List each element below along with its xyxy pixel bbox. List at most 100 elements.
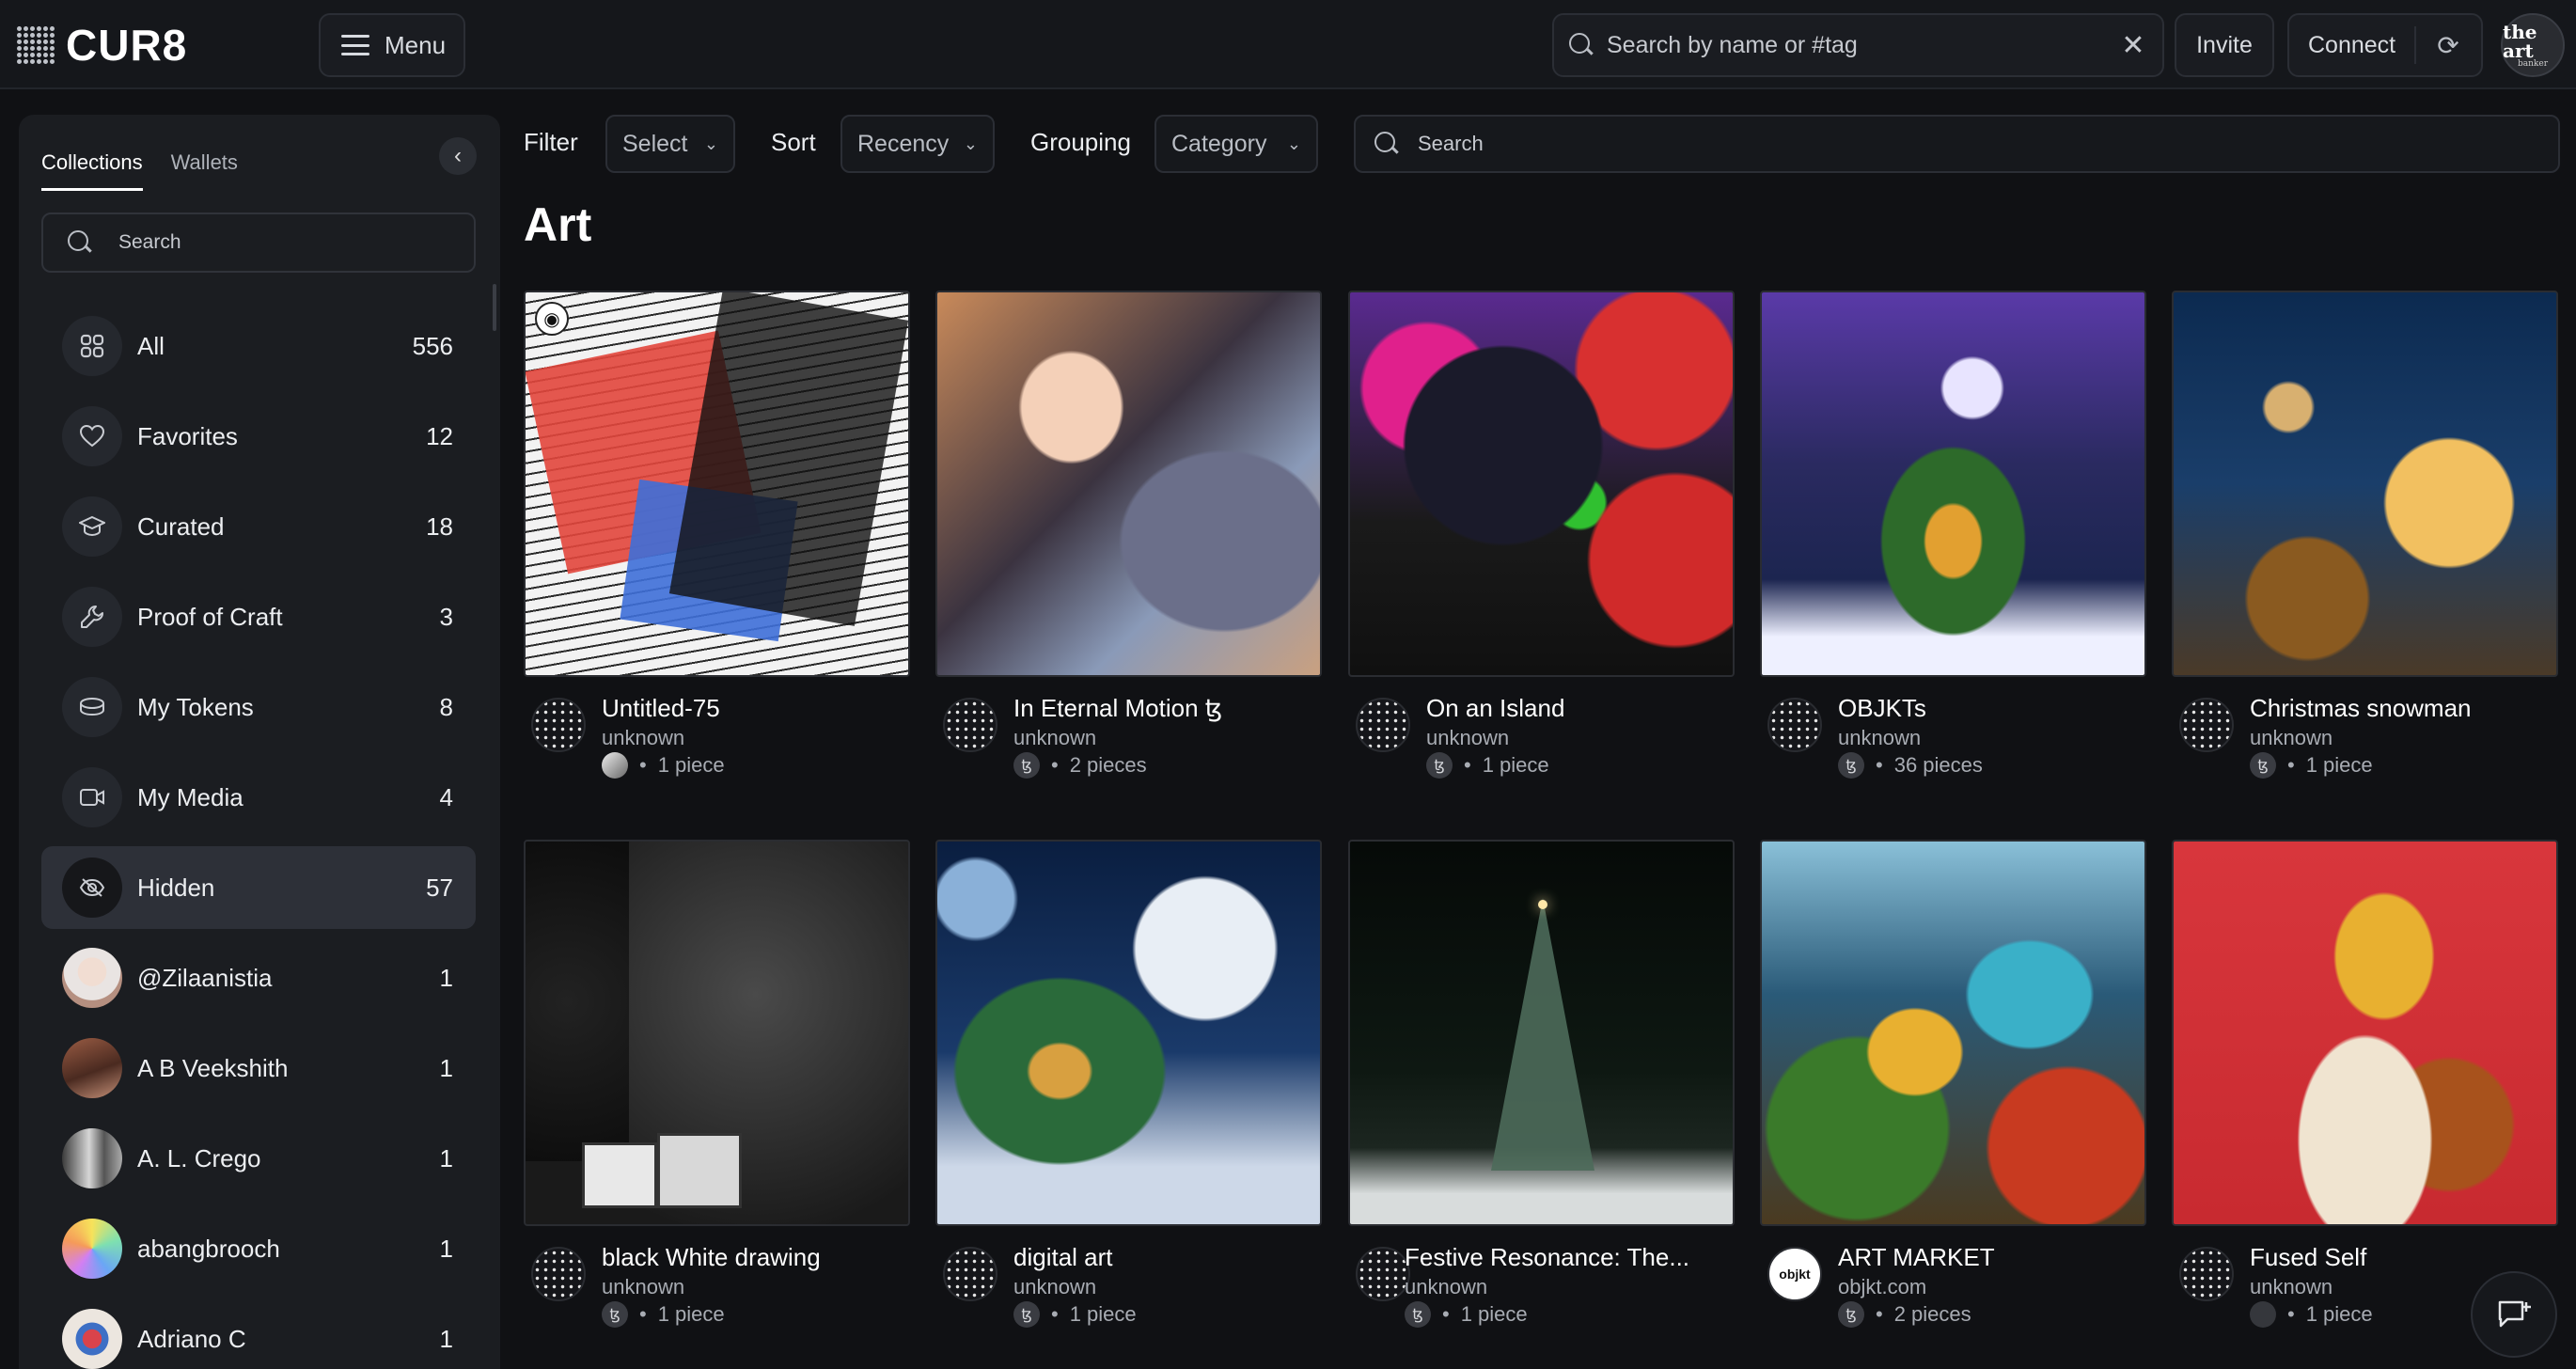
invite-button[interactable]: Invite [2175, 13, 2274, 77]
chevron-left-icon: ‹ [454, 143, 462, 168]
card-title: Festive Resonance: The... [1405, 1243, 1690, 1271]
filter-dropdown[interactable]: Select ⌄ [605, 115, 735, 173]
creator-avatar[interactable] [2179, 1247, 2234, 1301]
tezos-icon: ꜩ [1405, 1301, 1431, 1328]
art-card[interactable]: Fused Self unknown • 1 piece [2172, 840, 2558, 1330]
feedback-chat-button[interactable] [2471, 1271, 2557, 1358]
global-search-input[interactable]: Search by name or #tag ✕ [1552, 13, 2164, 77]
top-bar: CUR8 Menu Search by name or #tag ✕ Invit… [0, 0, 2576, 89]
artwork-thumbnail[interactable] [935, 840, 1322, 1226]
sidebar-item-collector[interactable]: A B Veekshith 1 [41, 1027, 476, 1109]
heart-icon [62, 406, 122, 466]
global-search-placeholder: Search by name or #tag [1607, 31, 1858, 58]
art-card[interactable]: digital art unknown ꜩ • 1 piece [935, 840, 1322, 1330]
art-card[interactable]: ◉ Untitled-75 unknown • 1 piece [524, 291, 910, 780]
sidebar-search-input[interactable]: Search [41, 212, 476, 273]
separator: • [1442, 1302, 1450, 1326]
graduation-cap-icon [62, 496, 122, 557]
creator-avatar[interactable] [531, 698, 586, 752]
card-creator: objkt.com [1838, 1275, 1927, 1298]
art-card[interactable]: Christmas snowman unknown ꜩ • 1 piece [2172, 291, 2558, 780]
sidebar-item-count: 4 [439, 782, 453, 811]
creator-avatar[interactable] [943, 1247, 997, 1301]
artwork-thumbnail[interactable] [935, 291, 1322, 677]
objkt-logo: objkt [1779, 1267, 1811, 1282]
chevron-down-icon: ⌄ [963, 134, 978, 153]
artwork-thumbnail[interactable] [1760, 291, 2146, 677]
card-title: Christmas snowman [2250, 694, 2472, 722]
sidebar-item-collector[interactable]: abangbrooch 1 [41, 1207, 476, 1290]
tab-wallets[interactable]: Wallets [171, 150, 238, 191]
artwork-thumbnail[interactable] [2172, 291, 2558, 677]
avatar [62, 1038, 122, 1098]
artwork-thumbnail[interactable] [1348, 840, 1735, 1226]
sidebar-item-collector[interactable]: @Zilaanistia 1 [41, 936, 476, 1019]
art-card[interactable]: On an Island unknown ꜩ • 1 piece [1348, 291, 1735, 780]
sort-dropdown[interactable]: Recency ⌄ [840, 115, 995, 173]
sidebar-item-collector[interactable]: Adriano C 1 [41, 1298, 476, 1369]
art-card[interactable]: OBJKTs unknown ꜩ • 36 pieces [1760, 291, 2146, 780]
sidebar-item-count: 8 [439, 692, 453, 721]
grouping-label: Grouping [1030, 128, 1131, 156]
grouping-value: Category [1171, 130, 1267, 157]
creator-avatar[interactable] [943, 698, 997, 752]
artwork-thumbnail[interactable] [524, 840, 910, 1226]
creator-avatar[interactable] [1356, 1247, 1410, 1301]
creator-avatar[interactable] [531, 1247, 586, 1301]
currency-icon [2250, 1301, 2276, 1328]
divider [2414, 26, 2416, 64]
sidebar-item-label: Hidden [137, 873, 215, 902]
creator-avatar[interactable]: objkt [1767, 1247, 1822, 1301]
sidebar-item-all[interactable]: All 556 [41, 305, 476, 387]
sidebar-item-proof-of-craft[interactable]: Proof of Craft 3 [41, 575, 476, 658]
eye-icon[interactable]: ◉ [535, 302, 569, 336]
creator-avatar[interactable] [1767, 698, 1822, 752]
search-icon [1569, 33, 1594, 57]
art-card[interactable]: objkt ART MARKET objkt.com ꜩ • 2 pieces [1760, 840, 2146, 1330]
separator: • [1464, 753, 1471, 777]
user-avatar[interactable]: the art banker [2501, 13, 2565, 77]
tab-collections[interactable]: Collections [41, 150, 143, 191]
sidebar-item-collector[interactable]: A. L. Crego 1 [41, 1117, 476, 1200]
card-pieces: 1 piece [1460, 1302, 1528, 1326]
clear-search-icon[interactable]: ✕ [2119, 29, 2147, 62]
sidebar-scrollbar[interactable] [493, 284, 496, 331]
sidebar-item-favorites[interactable]: Favorites 12 [41, 395, 476, 478]
sidebar-item-hidden[interactable]: Hidden 57 [41, 846, 476, 929]
art-card[interactable]: black White drawing unknown ꜩ • 1 piece [524, 840, 910, 1330]
art-card[interactable]: In Eternal Motion ꜩ unknown ꜩ • 2 pieces [935, 291, 1322, 780]
sidebar-item-label: abangbrooch [137, 1234, 280, 1263]
sidebar-item-count: 57 [426, 873, 453, 902]
content-search-input[interactable]: Search [1354, 115, 2560, 173]
filter-value: Select [622, 130, 688, 157]
logo[interactable]: CUR8 [17, 21, 187, 70]
artwork-thumbnail[interactable]: ◉ [524, 291, 910, 677]
card-title: digital art [1013, 1243, 1113, 1271]
separator: • [1876, 1302, 1883, 1326]
creator-avatar[interactable] [2179, 698, 2234, 752]
artwork-thumbnail[interactable] [2172, 840, 2558, 1226]
sidebar-item-curated[interactable]: Curated 18 [41, 485, 476, 568]
artwork-thumbnail[interactable] [1760, 840, 2146, 1226]
creator-avatar[interactable] [1356, 698, 1410, 752]
collapse-sidebar-button[interactable]: ‹ [439, 137, 477, 175]
card-title: In Eternal Motion ꜩ [1013, 694, 1223, 722]
sidebar-item-my-media[interactable]: My Media 4 [41, 756, 476, 839]
card-pieces: 1 piece [657, 753, 725, 777]
invite-label: Invite [2196, 31, 2253, 58]
sidebar-item-my-tokens[interactable]: My Tokens 8 [41, 666, 476, 748]
menu-button[interactable]: Menu [319, 13, 465, 77]
art-card[interactable]: Festive Resonance: The... unknown ꜩ • 1 pi… [1348, 840, 1735, 1330]
refresh-icon[interactable]: ⟳ [2431, 28, 2465, 62]
avatar-text: the art [2503, 20, 2537, 62]
avatar [62, 1128, 122, 1188]
avatar [62, 948, 122, 1008]
grouping-dropdown[interactable]: Category ⌄ [1154, 115, 1318, 173]
artwork-thumbnail[interactable] [1348, 291, 1735, 677]
sidebar-item-label: My Media [137, 782, 243, 811]
sidebar-item-count: 12 [426, 421, 453, 450]
sidebar-item-label: All [137, 331, 165, 360]
card-creator: unknown [2250, 726, 2333, 749]
avatar [62, 1309, 122, 1369]
card-creator: unknown [1013, 726, 1097, 749]
